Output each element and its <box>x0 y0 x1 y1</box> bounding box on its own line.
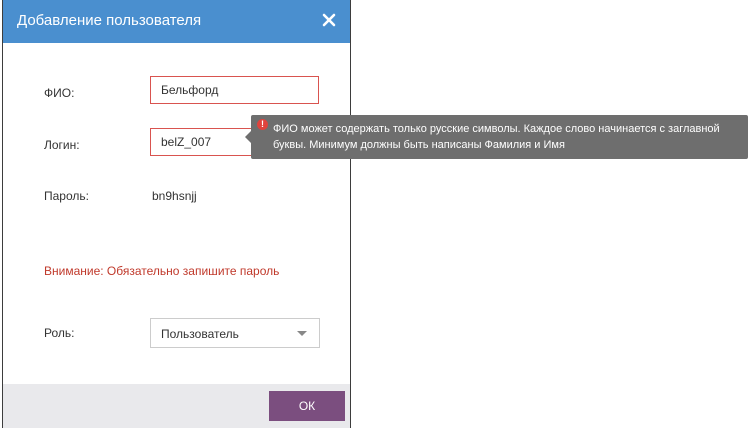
error-icon: ! <box>257 119 268 130</box>
tooltip-pointer <box>245 131 251 143</box>
role-label: Роль: <box>44 326 75 340</box>
dialog-title: Добавление пользователя <box>17 12 202 29</box>
dialog-titlebar: Добавление пользователя <box>3 0 350 43</box>
fio-label: ФИО: <box>44 86 75 100</box>
login-label: Логин: <box>44 138 80 152</box>
role-selected-value: Пользователь <box>161 327 239 341</box>
validation-tooltip: ! ФИО может содержать только русские сим… <box>245 115 748 159</box>
tooltip-message: ФИО может содержать только русские симво… <box>273 123 720 151</box>
dialog-footer: ОК <box>3 384 350 428</box>
ok-button[interactable]: ОК <box>269 391 345 421</box>
close-icon[interactable] <box>318 9 340 31</box>
chevron-down-icon <box>297 331 307 336</box>
role-select[interactable]: Пользователь <box>150 318 320 348</box>
password-label: Пароль: <box>44 189 89 203</box>
fio-input[interactable] <box>150 76 319 104</box>
password-warning: Внимание: Обязательно запишите пароль <box>44 264 280 278</box>
add-user-dialog: Добавление пользователя ФИО: Логин: Паро… <box>2 0 351 428</box>
password-value: bn9hsnjj <box>152 189 197 203</box>
